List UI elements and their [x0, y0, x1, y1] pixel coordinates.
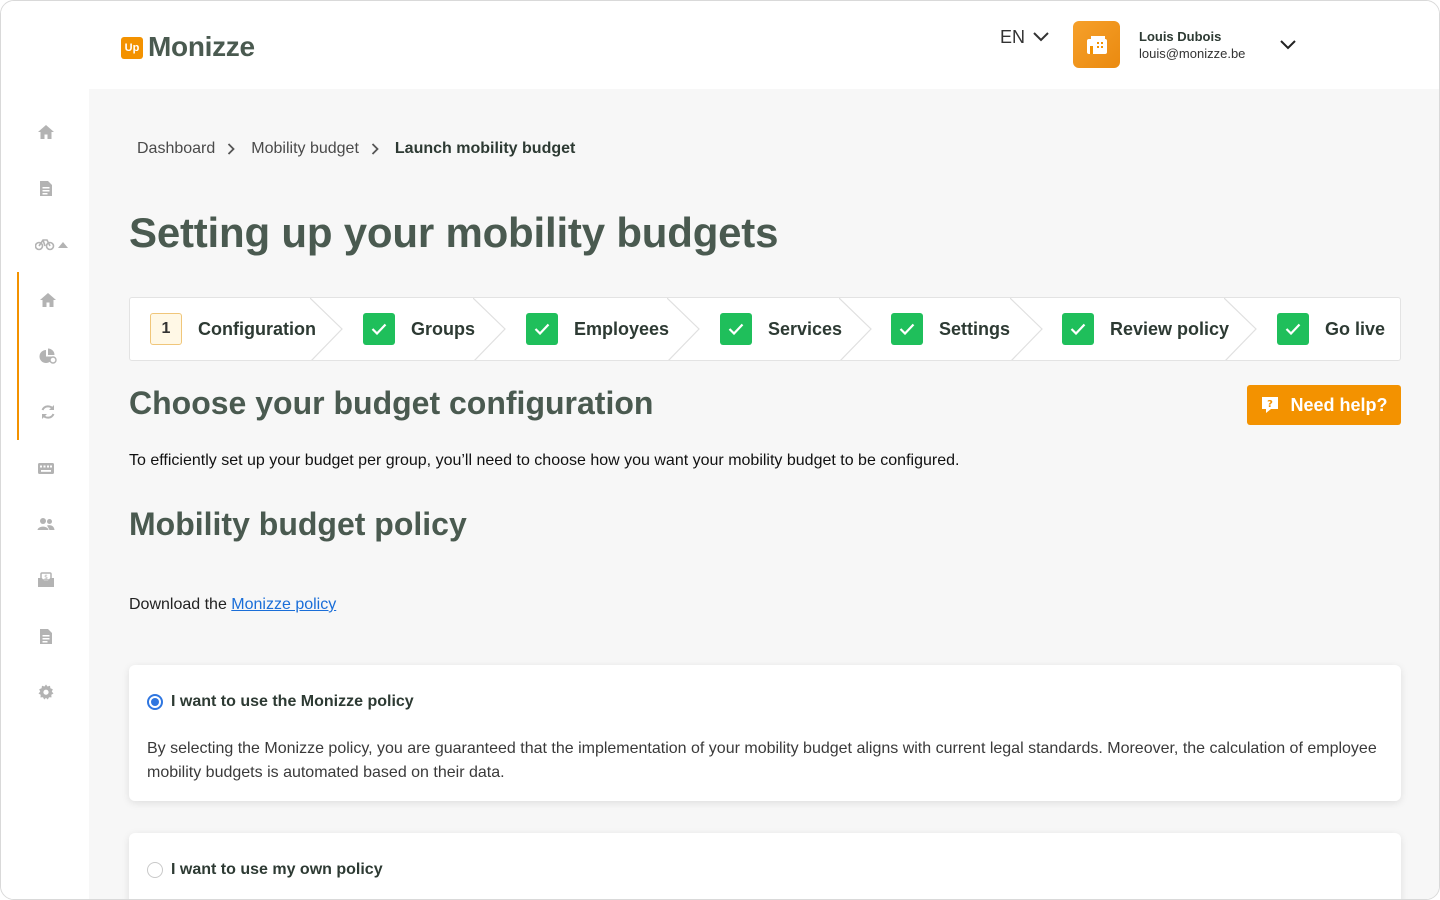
policy-title: Mobility budget policy: [129, 506, 467, 542]
step-configuration[interactable]: 1 Configuration: [150, 298, 316, 360]
config-title: Choose your budget configuration: [129, 385, 654, 421]
mobility-home-icon[interactable]: [37, 290, 59, 310]
download-prefix: Download the: [129, 596, 227, 613]
radio-monizze-policy[interactable]: [147, 694, 163, 710]
user-email: louis@monizze.be: [1139, 46, 1246, 61]
help-chat-icon: ?: [1262, 397, 1279, 413]
document-icon-2[interactable]: [35, 626, 57, 646]
sidebar: $: [1, 89, 89, 899]
download-policy-text: Download the Monizze policy: [129, 596, 336, 614]
chevron-down-icon: [1033, 29, 1049, 47]
setup-stepper: 1 Configuration Groups Employees Service…: [129, 297, 1401, 361]
need-help-label: Need help?: [1290, 394, 1388, 415]
breadcrumb-current: Launch mobility budget: [394, 140, 576, 157]
radio-own-policy[interactable]: [147, 862, 163, 878]
radio-row: I want to use my own policy: [147, 861, 383, 879]
top-header: Up Monizze EN Louis Dubois louis@monizze…: [1, 1, 1439, 89]
svg-text:$: $: [44, 574, 48, 581]
breadcrumb-dashboard[interactable]: Dashboard: [137, 140, 215, 158]
svg-text:?: ?: [1268, 399, 1274, 410]
step-divider: [839, 298, 872, 360]
sidebar-active-indicator: [17, 272, 19, 440]
document-icon[interactable]: [35, 178, 57, 198]
keyboard-icon[interactable]: [35, 458, 57, 478]
check-icon: [1277, 313, 1309, 345]
step-employees[interactable]: Employees: [526, 298, 669, 360]
user-name: Louis Dubois: [1139, 29, 1222, 44]
logo-text: Monizze: [148, 31, 255, 62]
monizze-logo[interactable]: Up Monizze: [121, 31, 255, 63]
chevron-right-icon: [371, 143, 379, 155]
step-divider: [667, 298, 700, 360]
step-divider: [473, 298, 506, 360]
language-selector[interactable]: EN: [1000, 27, 1049, 48]
step-label: Go live: [1325, 318, 1386, 339]
step-divider: [1224, 298, 1257, 360]
radio-row: I want to use the Monizze policy: [147, 693, 414, 711]
building-icon: [1086, 35, 1107, 54]
step-settings[interactable]: Settings: [891, 298, 1010, 360]
step-services[interactable]: Services: [720, 298, 842, 360]
monizze-policy-link[interactable]: Monizze policy: [231, 596, 336, 613]
step-label: Configuration: [198, 318, 316, 339]
radio-label[interactable]: I want to use my own policy: [171, 861, 383, 879]
policy-option-monizze[interactable]: I want to use the Monizze policy By sele…: [129, 665, 1401, 801]
check-icon: [363, 313, 395, 345]
step-groups[interactable]: Groups: [363, 298, 475, 360]
company-avatar[interactable]: [1073, 21, 1120, 68]
radio-label[interactable]: I want to use the Monizze policy: [171, 693, 414, 711]
check-icon: [526, 313, 558, 345]
policy-option-own[interactable]: I want to use my own policy: [129, 833, 1401, 899]
step-divider: [1010, 298, 1043, 360]
step-label: Review policy: [1110, 318, 1230, 339]
chevron-right-icon: [227, 143, 236, 155]
users-icon[interactable]: [35, 514, 57, 534]
user-menu-chevron-down-icon[interactable]: [1280, 37, 1296, 55]
check-icon: [891, 313, 923, 345]
step-label: Settings: [939, 318, 1011, 339]
need-help-button[interactable]: ? Need help?: [1247, 385, 1401, 425]
language-label: EN: [1000, 27, 1026, 47]
step-number: 1: [150, 313, 182, 345]
money-inbox-icon[interactable]: $: [35, 570, 57, 590]
step-label: Groups: [411, 318, 476, 339]
breadcrumb-mobility-budget[interactable]: Mobility budget: [251, 140, 359, 158]
pie-chart-icon[interactable]: [37, 346, 59, 366]
logo-badge: Up: [121, 37, 143, 59]
option-description: By selecting the Monizze policy, you are…: [147, 740, 1377, 781]
refresh-icon[interactable]: [37, 402, 59, 422]
config-intro: To efficiently set up your budget per gr…: [129, 452, 960, 469]
page-title: Setting up your mobility budgets: [129, 209, 779, 256]
main-content: Dashboard Mobility budget Launch mobilit…: [89, 89, 1439, 899]
gear-icon[interactable]: [35, 682, 57, 702]
bike-icon[interactable]: [35, 234, 71, 254]
check-icon: [1062, 313, 1094, 345]
check-icon: [720, 313, 752, 345]
user-info[interactable]: Louis Dubois louis@monizze.be: [1139, 29, 1245, 61]
step-go-live[interactable]: Go live: [1277, 298, 1385, 360]
step-review-policy[interactable]: Review policy: [1062, 298, 1229, 360]
app-window: Up Monizze EN Louis Dubois louis@monizze…: [0, 0, 1440, 900]
breadcrumb: Dashboard Mobility budget Launch mobilit…: [137, 140, 575, 158]
step-label: Employees: [574, 318, 670, 339]
step-label: Services: [768, 318, 843, 339]
home-icon[interactable]: [35, 122, 57, 142]
